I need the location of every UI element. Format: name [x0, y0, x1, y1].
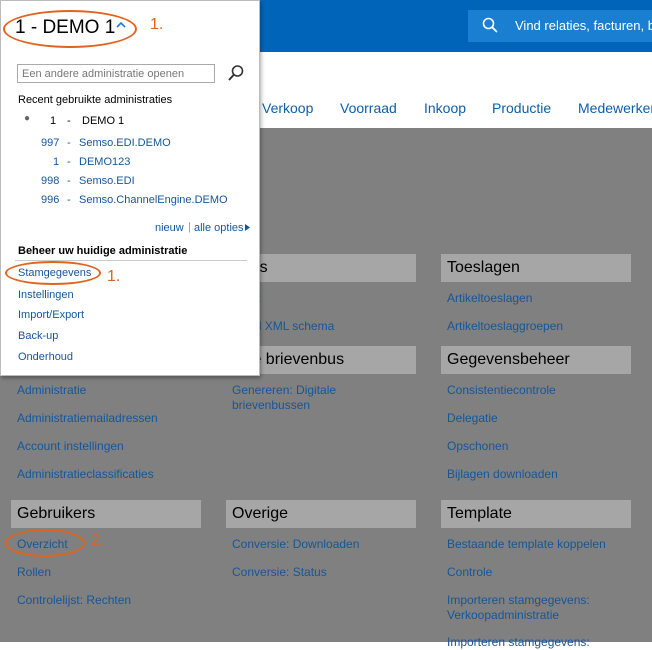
link-administratiemailadressen[interactable]: Administratiemailadressen — [17, 410, 158, 426]
link-bijlagen-downloaden[interactable]: Bijlagen downloaden — [447, 466, 558, 482]
administration-dropdown: 1 - DEMO 1 Een andere administratie open… — [0, 0, 260, 376]
link-artikeltoeslagen[interactable]: Artikeltoeslagen — [447, 290, 532, 306]
recent-admin-dash: - — [67, 156, 71, 168]
link-account-instellingen[interactable]: Account instellingen — [17, 438, 124, 454]
link-import-export[interactable]: Import/Export — [18, 309, 84, 321]
annotation-step-label: 1. — [107, 268, 121, 285]
recent-admin-dash: - — [67, 137, 71, 149]
section-gegevensbeheer: Gegevensbeheer — [441, 346, 631, 374]
section-title: Gegevensbeheer — [441, 346, 631, 374]
recent-admin-name[interactable]: Semso.EDI — [79, 175, 135, 187]
recent-admin-name[interactable]: DEMO123 — [79, 156, 130, 168]
current-admin-name: DEMO 1 — [82, 115, 125, 127]
link-consistentiecontrole[interactable]: Consistentiecontrole — [447, 382, 556, 398]
link-importeren-stamgegevens[interactable]: Importeren stamgegevens: — [447, 592, 590, 608]
section-overige: Overige — [226, 500, 416, 528]
annotation-step-label: 1. — [150, 16, 164, 33]
current-bullet: ● — [24, 113, 31, 124]
nav-medewerkers[interactable]: Medewerkers — [578, 100, 652, 116]
recent-admin-dash: - — [67, 194, 71, 206]
caret-right-icon — [245, 224, 250, 231]
global-search-placeholder: Vind relaties, facturen, bo — [515, 18, 652, 33]
nav-productie[interactable]: Productie — [492, 100, 551, 116]
recent-admin-num[interactable]: 998 — [41, 175, 59, 187]
recent-admin-name[interactable]: Semso.ChannelEngine.DEMO — [79, 194, 228, 206]
section-title: Overige — [226, 500, 416, 528]
open-administration-input[interactable]: Een andere administratie openen — [17, 64, 215, 83]
recent-admin-num[interactable]: 997 — [41, 137, 59, 149]
section-title: Template — [441, 500, 631, 528]
link-controlelijst-rechten[interactable]: Controlelijst: Rechten — [17, 592, 131, 608]
link-genereren-2[interactable]: brievenbussen — [232, 397, 310, 413]
new-link[interactable]: nieuw — [155, 222, 184, 234]
link-conversie-status[interactable]: Conversie: Status — [232, 564, 327, 580]
link-bestaande-template[interactable]: Bestaande template koppelen — [447, 536, 606, 552]
link-administratie[interactable]: Administratie — [17, 382, 86, 398]
annotation-oval — [3, 10, 137, 48]
nav-inkoop[interactable]: Inkoop — [424, 100, 466, 116]
link-rollen[interactable]: Rollen — [17, 564, 51, 580]
section-toeslagen: Toeslagen — [441, 254, 631, 282]
current-admin-num: 1 — [50, 115, 57, 127]
search-icon[interactable] — [227, 64, 245, 82]
nav-voorraad[interactable]: Voorraad — [340, 100, 397, 116]
link-separator: | — [188, 221, 191, 233]
link-back-up[interactable]: Back-up — [18, 330, 58, 342]
annotation-oval — [5, 261, 101, 285]
annotation-oval — [5, 529, 85, 557]
section-gebruikers: Gebruikers — [11, 500, 201, 528]
global-search[interactable]: Vind relaties, facturen, bo — [468, 10, 652, 42]
all-options-link[interactable]: alle opties — [194, 222, 244, 234]
link-artikeltoeslaggroepen[interactable]: Artikeltoeslaggroepen — [447, 318, 563, 334]
section-title: Gebruikers — [11, 500, 201, 528]
link-administratieclassificaties[interactable]: Administratieclassificaties — [17, 466, 154, 482]
link-controle[interactable]: Controle — [447, 564, 492, 580]
nav-verkoop[interactable]: Verkoop — [262, 100, 313, 116]
search-icon — [482, 17, 498, 33]
recent-admin-num[interactable]: 996 — [41, 194, 59, 206]
annotation-step-label: 2. — [91, 532, 105, 549]
recent-admin-name[interactable]: Semso.EDI.DEMO — [79, 137, 171, 149]
section-template: Template — [441, 500, 631, 528]
recent-label: Recent gebruikte administraties — [18, 94, 173, 106]
section-title: Toeslagen — [441, 254, 631, 282]
link-delegatie[interactable]: Delegatie — [447, 410, 498, 426]
link-opschonen[interactable]: Opschonen — [447, 438, 508, 454]
link-instellingen[interactable]: Instellingen — [18, 289, 74, 301]
link-importeren-stamgegevens-3[interactable]: Importeren stamgegevens: — [447, 634, 590, 650]
recent-admin-num[interactable]: 1 — [53, 156, 59, 168]
link-genereren[interactable]: Genereren: Digitale — [232, 382, 336, 398]
current-admin-dash: - — [67, 115, 71, 127]
link-onderhoud[interactable]: Onderhoud — [18, 351, 73, 363]
link-importeren-stamgegevens-2[interactable]: Verkoopadministratie — [447, 607, 559, 623]
link-conversie-downloaden[interactable]: Conversie: Downloaden — [232, 536, 359, 552]
manage-label: Beheer uw huidige administratie — [18, 245, 188, 257]
recent-admin-dash: - — [67, 175, 71, 187]
